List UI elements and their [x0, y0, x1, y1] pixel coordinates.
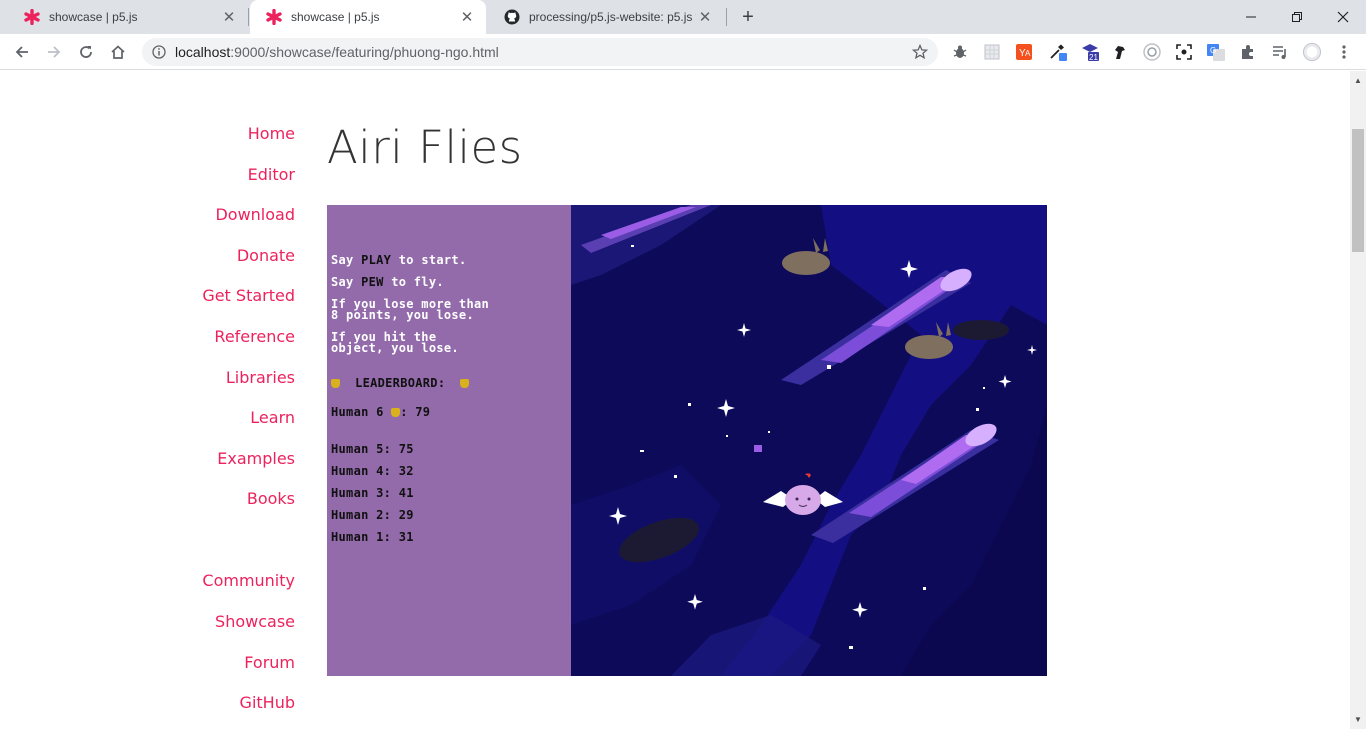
- tab-title: processing/p5.js-website: p5.js w: [529, 10, 696, 24]
- current-player-score: Human 6 : 79: [331, 405, 431, 419]
- back-arrow-icon[interactable]: [8, 38, 36, 66]
- current-score: : 79: [400, 405, 431, 419]
- reload-icon[interactable]: [72, 38, 100, 66]
- tab-strip: showcase | p5.js ✕ showcase | p5.js ✕ pr…: [0, 0, 1366, 34]
- scroll-up-arrow-icon[interactable]: ▲: [1350, 73, 1366, 87]
- sidebar-item-get-started[interactable]: Get Started: [202, 286, 295, 305]
- extension-badge: 21: [1089, 53, 1098, 61]
- score-row: Human 5: 75: [331, 442, 414, 456]
- google-translate-extension-icon[interactable]: G: [1207, 43, 1225, 61]
- svg-text:A: A: [1025, 49, 1031, 58]
- game-space-scene: [571, 205, 1047, 676]
- sidebar-item-donate[interactable]: Donate: [237, 246, 295, 265]
- url-text: localhost:9000/showcase/featuring/phuong…: [175, 44, 499, 60]
- profile-avatar-icon[interactable]: [1303, 43, 1321, 61]
- sidebar-item-reference[interactable]: Reference: [214, 327, 295, 346]
- score-row: Human 3: 41: [331, 486, 414, 500]
- page-content: Home Editor Download Donate Get Started …: [0, 71, 1350, 729]
- leaderboard-heading: LEADERBOARD:: [331, 376, 470, 390]
- puzzle-extensions-icon[interactable]: [1239, 43, 1257, 61]
- game-info-panel: Say PLAY to start. Say PEW to fly. If yo…: [327, 205, 571, 676]
- trophy-icon: [331, 379, 340, 388]
- tab-showcase-2[interactable]: showcase | p5.js ✕: [250, 0, 486, 34]
- browser-menu-icon[interactable]: [1335, 43, 1353, 61]
- minimize-icon[interactable]: [1228, 0, 1274, 34]
- sidebar-item-examples[interactable]: Examples: [217, 449, 295, 468]
- eyedropper-extension-icon[interactable]: [1049, 43, 1067, 61]
- address-bar[interactable]: localhost:9000/showcase/featuring/phuong…: [142, 38, 938, 66]
- media-queue-icon[interactable]: [1271, 43, 1289, 61]
- tab-showcase-1[interactable]: showcase | p5.js ✕: [8, 0, 248, 34]
- rule-points: If you lose more than 8 points, you lose…: [331, 297, 490, 322]
- sidebar-item-home[interactable]: Home: [248, 124, 295, 143]
- bug-extension-icon[interactable]: [951, 43, 969, 61]
- trophy-icon: [391, 408, 401, 417]
- url-host: localhost: [175, 44, 231, 60]
- tab-close-icon[interactable]: ✕: [696, 8, 714, 26]
- instruction-post: to start.: [391, 253, 467, 267]
- instruction-key: PLAY: [361, 253, 392, 267]
- translate-orange-extension-icon[interactable]: YA: [1015, 43, 1033, 61]
- tab-separator: [726, 8, 727, 26]
- p5-asterisk-icon: [24, 9, 40, 25]
- url-path: :9000/showcase/featuring/phuong-ngo.html: [230, 44, 499, 60]
- p5-asterisk-icon: [266, 9, 282, 25]
- leaderboard-title: LEADERBOARD:: [355, 376, 446, 390]
- tab-title: showcase | p5.js: [291, 10, 380, 24]
- sidebar-item-github[interactable]: GitHub: [240, 693, 295, 712]
- home-icon[interactable]: [104, 38, 132, 66]
- bookmark-star-icon[interactable]: [911, 43, 929, 60]
- instruction-pre: Say: [331, 253, 362, 267]
- instruction-post: to fly.: [383, 275, 444, 289]
- instruction-pre: Say: [331, 275, 362, 289]
- trophy-icon: [460, 379, 470, 388]
- sidebar-item-forum[interactable]: Forum: [244, 653, 295, 672]
- tab-close-icon[interactable]: ✕: [220, 8, 238, 26]
- page-scrollbar[interactable]: ▲ ▼: [1350, 71, 1366, 729]
- restore-icon[interactable]: [1274, 0, 1320, 34]
- game-canvas[interactable]: Say PLAY to start. Say PEW to fly. If yo…: [327, 205, 1047, 676]
- forward-arrow-icon[interactable]: [40, 38, 68, 66]
- scroll-down-arrow-icon[interactable]: ▼: [1350, 712, 1366, 726]
- page-title: Airi Flies: [327, 121, 523, 174]
- instruction-play: Say PLAY to start.: [331, 253, 467, 267]
- tab-close-icon[interactable]: ✕: [458, 8, 476, 26]
- space-scene-art: [571, 205, 1047, 676]
- svg-text:G: G: [1210, 46, 1216, 55]
- rule-object: If you hit the object, you lose.: [331, 330, 459, 355]
- sidebar-item-editor[interactable]: Editor: [248, 165, 295, 184]
- tab-separator: [248, 8, 249, 26]
- score-row: Human 1: 31: [331, 530, 414, 544]
- sidebar-item-community[interactable]: Community: [202, 571, 295, 590]
- tab-title: showcase | p5.js: [49, 10, 138, 24]
- github-icon: [504, 9, 520, 25]
- circle-target-extension-icon[interactable]: [1143, 43, 1161, 61]
- browser-toolbar: localhost:9000/showcase/featuring/phuong…: [0, 34, 1366, 70]
- sidebar-item-download[interactable]: Download: [215, 205, 295, 224]
- score-row: Human 2: 29: [331, 508, 414, 522]
- sidebar-item-showcase[interactable]: Showcase: [215, 612, 295, 631]
- site-info-icon[interactable]: [151, 44, 167, 60]
- graduation-cap-extension-icon[interactable]: 21: [1081, 43, 1099, 61]
- screenshot-extension-icon[interactable]: [1175, 43, 1193, 61]
- scrollbar-thumb[interactable]: [1352, 129, 1364, 252]
- tab-github[interactable]: processing/p5.js-website: p5.js w ✕: [488, 0, 724, 34]
- sidebar-item-libraries[interactable]: Libraries: [226, 368, 295, 387]
- sidebar-item-books[interactable]: Books: [247, 489, 295, 508]
- window-close-icon[interactable]: [1320, 0, 1366, 34]
- horse-extension-icon[interactable]: [1111, 43, 1129, 61]
- score-row: Human 4: 32: [331, 464, 414, 478]
- sidebar-item-learn[interactable]: Learn: [250, 408, 295, 427]
- current-player: Human 6: [331, 405, 384, 419]
- grid-extension-icon[interactable]: [983, 43, 1001, 61]
- new-tab-plus-icon[interactable]: +: [736, 5, 760, 29]
- instruction-pew: Say PEW to fly.: [331, 275, 444, 289]
- instruction-key: PEW: [361, 275, 384, 289]
